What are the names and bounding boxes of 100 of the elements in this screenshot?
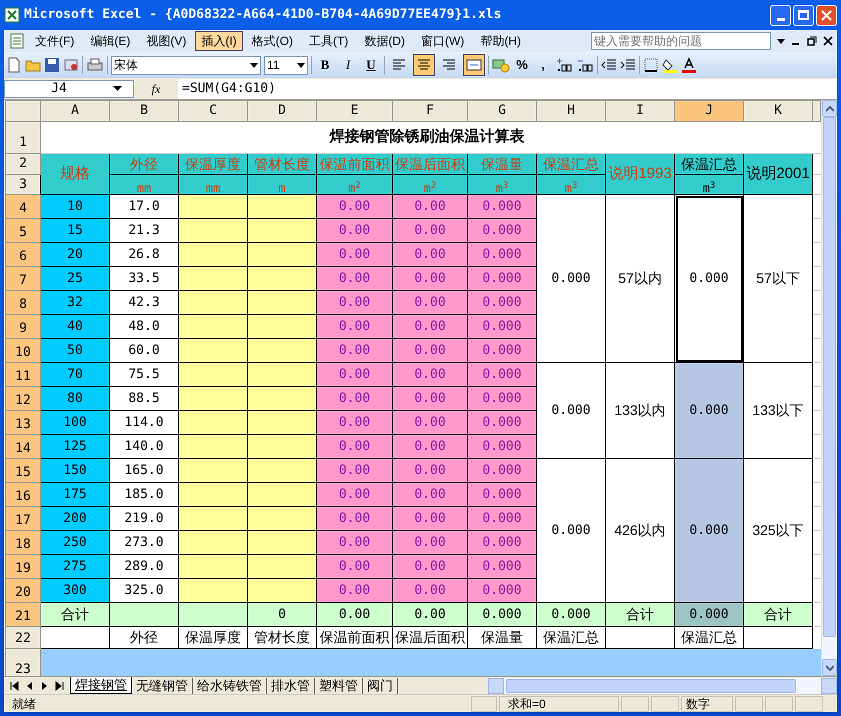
row-header[interactable]: 16 [6,482,40,506]
italic-button[interactable]: I [338,55,358,75]
first-sheet-icon[interactable] [10,680,19,692]
table-cell: 0.00 [392,290,468,314]
menu-item[interactable]: 帮助(H) [473,31,528,51]
sheet-title: 焊接钢管除锈刷油保温计算表 [40,121,812,153]
increase-decimal-icon[interactable] [555,57,573,73]
row-header[interactable]: 18 [6,530,40,554]
column-header[interactable]: D [248,100,316,121]
row-header[interactable]: 11 [6,362,40,386]
row-header[interactable]: 19 [6,554,40,578]
column-heading: 保温汇总 [536,153,606,174]
prev-sheet-icon[interactable] [25,680,34,692]
column-header[interactable]: G [468,100,536,121]
column-header[interactable]: J [674,100,744,121]
row-header[interactable]: 10 [6,338,40,362]
row-header[interactable]: 21 [6,602,40,626]
row-header[interactable]: 7 [6,266,40,290]
table-cell: 0.000 [674,602,744,626]
font-color-icon[interactable] [681,57,697,73]
mode-panel: 数字 [681,696,733,712]
close-button[interactable] [816,4,837,26]
close-icon[interactable] [823,36,833,46]
unit-label: m$^{3}$ [468,174,536,194]
menu-item[interactable]: 窗口(W) [414,31,472,51]
row-header[interactable]: 6 [6,242,40,266]
restore-icon[interactable] [807,36,817,46]
underline-button[interactable]: U [361,55,381,75]
menu-item[interactable]: 插入(I) [195,31,243,51]
row-header[interactable]: 14 [6,434,40,458]
horizontal-scrollbar[interactable] [488,678,837,694]
menu-item[interactable]: 工具(T) [302,31,356,51]
next-sheet-icon[interactable] [40,680,49,692]
bold-button[interactable]: B [315,55,335,75]
table-cell: 273.0 [110,530,178,554]
table-cell: 0.000 [468,530,536,554]
column-header[interactable]: A [40,100,110,121]
document-icon[interactable] [8,33,26,49]
row-header[interactable]: 3 [6,174,40,194]
menu-item[interactable]: 数据(D) [357,31,412,51]
permission-icon[interactable] [63,57,79,73]
font-name-field[interactable]: 宋体 [111,56,261,74]
row-header[interactable]: 4 [6,194,40,218]
new-document-icon[interactable] [6,57,22,73]
column-header[interactable]: E [316,100,392,121]
table-cell: 133以内 [606,362,674,458]
save-icon[interactable] [44,57,60,73]
row-header[interactable]: 12 [6,386,40,410]
row-header[interactable]: 20 [6,578,40,602]
currency-icon[interactable] [492,57,510,73]
menu-item[interactable]: 文件(F) [28,31,82,51]
table-cell: 325.0 [110,578,178,602]
table-cell: 0.000 [536,458,606,602]
minimize-button[interactable] [770,4,791,26]
name-box[interactable]: J4 [4,80,134,98]
maximize-button[interactable] [793,4,814,26]
vertical-scrollbar[interactable] [821,100,837,676]
fill-bucket-icon[interactable] [662,57,678,73]
column-header[interactable]: I [606,100,674,121]
insert-function-button[interactable]: fx [136,80,176,98]
column-header[interactable]: F [392,100,468,121]
table-cell: 0.00 [392,266,468,290]
number-format-button[interactable]: % [513,55,531,75]
row-header[interactable]: 15 [6,458,40,482]
table-cell: 426以内 [606,458,674,602]
font-size-field[interactable]: 11 [264,56,308,74]
dropdown-arrow-icon[interactable] [777,37,785,45]
help-search-field[interactable]: 键入需要帮助的问题 [591,32,771,50]
table-cell: 0.00 [392,458,468,482]
row-header[interactable]: 2 [6,153,40,174]
menu-item[interactable]: 视图(V) [139,31,194,51]
table-cell: 0.000 [536,194,606,362]
row-header[interactable]: 1 [6,121,40,153]
formula-field[interactable]: =SUM(G4:G10) [178,78,837,98]
table-cell: 保温前面积 [316,626,392,648]
table-cell: 70 [40,362,110,386]
table-cell: 0.00 [316,554,392,578]
column-header[interactable]: K [744,100,812,121]
row-header[interactable]: 9 [6,314,40,338]
print-icon[interactable] [86,57,104,73]
sheet-tab[interactable]: 焊接钢管 [70,677,132,694]
column-header[interactable]: C [178,100,248,121]
row-header[interactable]: 17 [6,506,40,530]
row-header[interactable]: 22 [6,626,40,648]
row-header[interactable]: 13 [6,410,40,434]
last-sheet-icon[interactable] [55,680,64,692]
row-header[interactable]: 8 [6,290,40,314]
table-cell: 20 [40,242,110,266]
table-cell: 17.0 [110,194,178,218]
menu-item[interactable]: 编辑(E) [83,31,138,51]
number-format-button[interactable]: , [534,55,552,75]
table-cell: 0.00 [316,338,392,362]
menu-item[interactable]: 格式(O) [244,31,300,51]
column-header[interactable]: B [110,100,178,121]
borders-icon[interactable] [643,57,659,73]
row-header[interactable]: 5 [6,218,40,242]
column-header[interactable]: H [536,100,606,121]
table-cell: 保温汇总 [536,626,606,648]
table-cell: 合计 [744,602,812,626]
table-cell: 管材长度 [248,626,316,648]
